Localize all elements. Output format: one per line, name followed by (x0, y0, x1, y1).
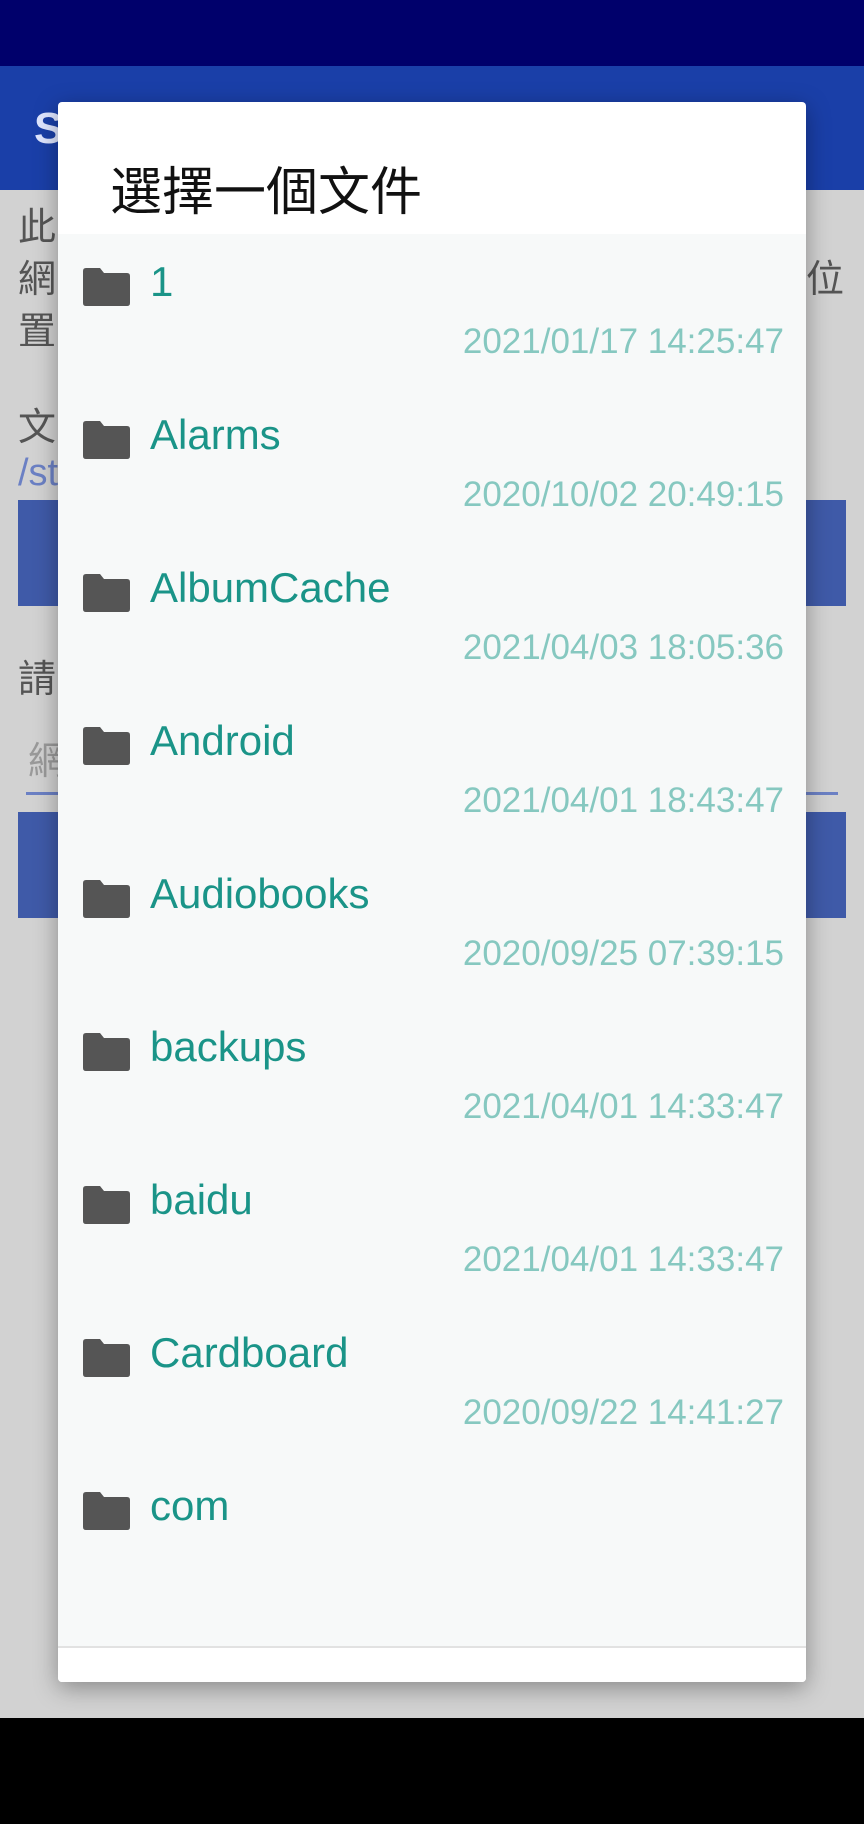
file-name: AlbumCache (150, 564, 391, 611)
status-bar (0, 0, 864, 66)
bg-label-please: 請 (18, 657, 57, 701)
folder-icon (83, 1339, 130, 1377)
file-list-item[interactable]: Audiobooks 2020/09/25 07:39:15 (58, 846, 806, 999)
bg-text-line2-right: 位 (806, 257, 845, 301)
dialog-title: 選擇一個文件 (110, 163, 423, 223)
folder-icon (83, 1492, 130, 1530)
folder-icon (83, 574, 130, 612)
file-modified-date: 2020/10/02 20:49:15 (462, 475, 784, 514)
file-list-item[interactable]: 1 2021/01/17 14:25:47 (58, 234, 806, 387)
file-list-item[interactable]: com (58, 1458, 806, 1611)
file-name: Android (150, 717, 295, 764)
file-list-item[interactable]: AlbumCache 2021/04/03 18:05:36 (58, 540, 806, 693)
file-modified-date: 2021/04/01 18:43:47 (462, 781, 784, 820)
folder-icon (83, 421, 130, 459)
file-list-item[interactable]: Cardboard 2020/09/22 14:41:27 (58, 1305, 806, 1458)
file-modified-date: 2021/04/01 14:33:47 (462, 1087, 784, 1126)
file-name: com (150, 1482, 230, 1529)
file-list-item[interactable]: Alarms 2020/10/02 20:49:15 (58, 387, 806, 540)
file-list-item[interactable]: baidu 2021/04/01 14:33:47 (58, 1152, 806, 1305)
file-modified-date: 2021/01/17 14:25:47 (462, 322, 784, 361)
folder-icon (83, 1033, 130, 1071)
file-modified-date: 2020/09/22 14:41:27 (462, 1393, 784, 1432)
file-name: Cardboard (150, 1329, 349, 1376)
file-chooser-dialog: 選擇一個文件 1 2021/01/17 14:25:47 Alarms 2020/10… (58, 102, 806, 1682)
file-modified-date: 2021/04/01 14:33:47 (462, 1240, 784, 1279)
file-name: Audiobooks (150, 870, 370, 917)
folder-icon (83, 880, 130, 918)
bg-text-line1: 此 (18, 205, 57, 249)
file-modified-date: 2021/04/03 18:05:36 (462, 628, 784, 667)
file-name: baidu (150, 1176, 253, 1223)
dialog-actions: 取消 選擇 (58, 1648, 806, 1682)
folder-icon (83, 268, 130, 306)
bg-text-line2: 網 (18, 257, 57, 301)
file-list-item[interactable]: Android 2021/04/01 18:43:47 (58, 693, 806, 846)
folder-icon (83, 727, 130, 765)
folder-icon (83, 1186, 130, 1224)
file-name: Alarms (150, 411, 281, 458)
bg-file-path[interactable]: /st (18, 452, 58, 495)
file-list[interactable]: 1 2021/01/17 14:25:47 Alarms 2020/10/02 20:… (58, 234, 806, 1646)
file-name: 1 (150, 258, 174, 305)
file-list-item[interactable]: backups 2021/04/01 14:33:47 (58, 999, 806, 1152)
bg-label-file: 文 (18, 405, 57, 449)
bg-text-line3: 置 (18, 309, 57, 353)
file-modified-date: 2020/09/25 07:39:15 (462, 934, 784, 973)
file-name: backups (150, 1023, 307, 1070)
navigation-bar (0, 1718, 864, 1824)
